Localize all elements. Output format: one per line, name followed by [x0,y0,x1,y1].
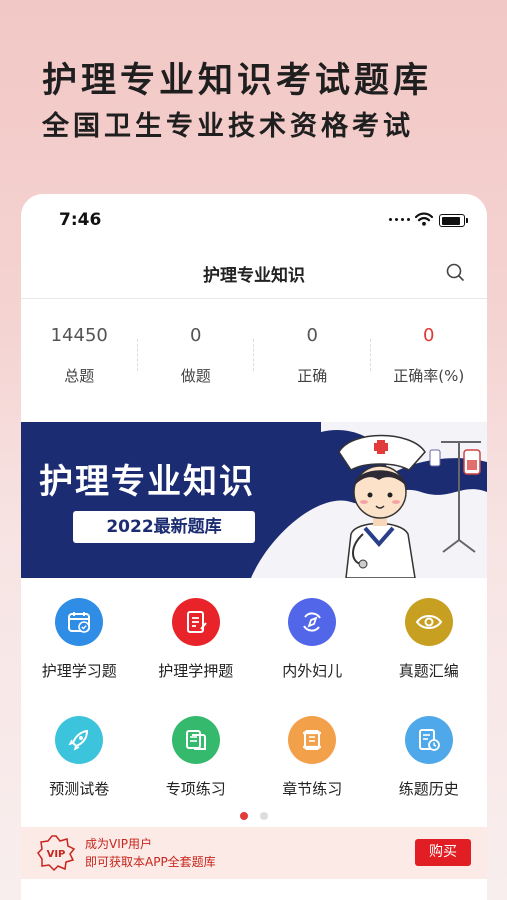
battery-icon [439,214,468,227]
promo-title: 护理专业知识考试题库 [42,61,433,101]
rocket-icon [55,716,104,764]
nav-title: 护理专业知识 [203,266,305,286]
page-dot-active[interactable] [240,812,248,820]
calendar-icon [55,598,104,646]
grid-item-special[interactable]: 专项练习 [138,710,255,818]
grid-item-label: 专项练习 [165,780,226,798]
stat-label: 总题 [64,367,95,385]
nurse-illustration [338,434,481,578]
grid-item-label: 章节练习 [282,780,343,798]
page-indicator[interactable] [21,812,487,820]
stat-done: 0 做题 [138,299,255,414]
grid-item-label: 护理学押题 [158,662,234,680]
compass-icon [288,598,337,646]
stat-value: 14450 [50,325,108,346]
stat-value: 0 [190,325,202,346]
scroll-icon [288,716,337,764]
vip-bar: VIP 成为VIP用户 即可获取本APP全套题库 购买 [21,827,487,879]
banner-title: 护理专业知识 [39,462,255,502]
eye-icon [404,598,453,646]
nav-bar: 护理专业知识 [21,244,487,299]
stat-label: 正确率(%) [393,367,465,385]
vip-line2: 即可获取本APP全套题库 [85,855,216,869]
stat-value: 0 [423,325,435,346]
grid-item-chapter[interactable]: 章节练习 [254,710,371,818]
grid-item-practice[interactable]: 护理学习题 [21,592,138,700]
grid-item-label: 预测试卷 [49,780,110,798]
stat-accuracy: 0 正确率(%) [371,299,488,414]
vip-badge-text: VIP [47,849,66,860]
stat-label: 正确 [297,367,328,385]
stat-label: 做题 [180,367,211,385]
buy-button[interactable]: 购买 [415,839,471,866]
status-bar: 7:46 [21,194,487,244]
grid-item-label: 内外妇儿 [282,662,343,680]
page-dot[interactable] [260,812,268,820]
banner-tag: 2022最新题库 [73,511,255,543]
phone-screen: 7:46 护理专业知识 14450 总题 0 做题 0 正确 0 正确率(%) … [21,194,487,900]
grid-item-label: 护理学习题 [41,662,117,680]
status-time: 7:46 [59,210,102,230]
vip-badge-icon: VIP [37,835,75,871]
promo-subtitle: 全国卫生专业技术资格考试 [42,111,414,142]
grid-item-label: 真题汇编 [398,662,459,680]
history-icon [404,716,453,764]
grid-item-real-exam[interactable]: 真题汇编 [371,592,488,700]
vip-line1: 成为VIP用户 [85,837,152,851]
search-icon[interactable] [445,262,465,282]
stat-value: 0 [306,325,318,346]
stat-total: 14450 总题 [21,299,138,414]
feature-grid: 护理学习题 护理学押题 内外妇儿 真题汇编 预测试卷 专项练习 章节练习 练题历… [21,592,487,818]
banner[interactable]: 护理专业知识 2022最新题库 [21,422,487,578]
grid-item-history[interactable]: 练题历史 [371,710,488,818]
documents-icon [171,716,220,764]
signal-icon [389,218,410,221]
wifi-icon [415,212,433,226]
grid-item-label: 练题历史 [398,780,459,798]
grid-item-medical[interactable]: 内外妇儿 [254,592,371,700]
notebook-pen-icon [171,598,220,646]
stat-correct: 0 正确 [254,299,371,414]
grid-item-mock-test[interactable]: 预测试卷 [21,710,138,818]
stats-row: 14450 总题 0 做题 0 正确 0 正确率(%) [21,299,487,414]
grid-item-predict[interactable]: 护理学押题 [138,592,255,700]
